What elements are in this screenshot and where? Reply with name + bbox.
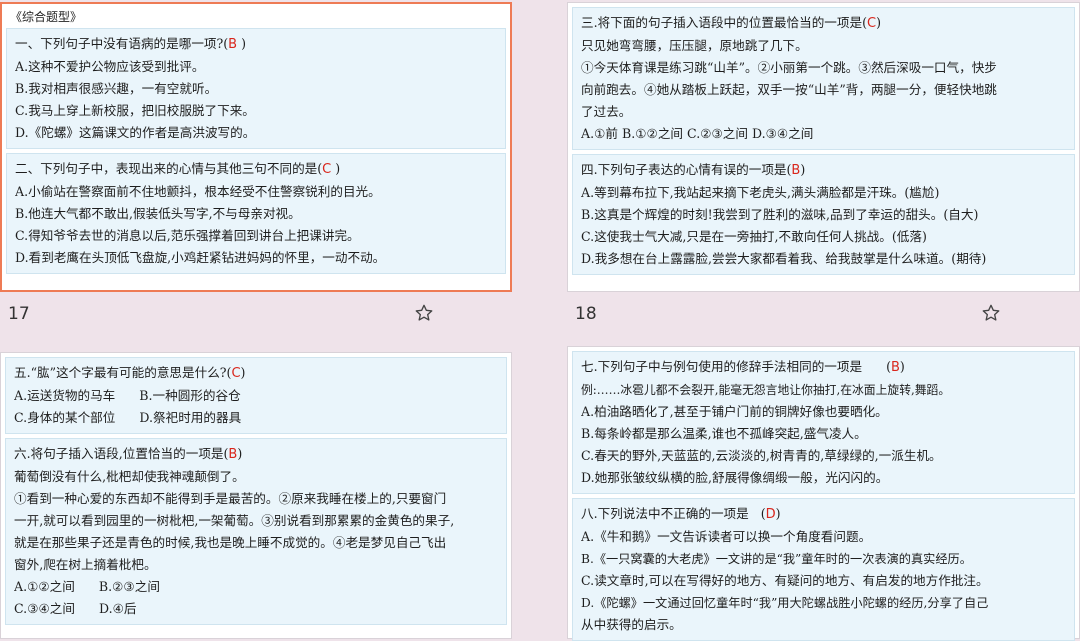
option-a: A.等到幕布拉下,我站起来摘下老虎头,满头满脸都是汗珠。(尴尬) — [581, 185, 940, 200]
question-7: 七.下列句子中与例句使用的修辞手法相同的一项是 (B) 例:……冰雹儿都不会裂开… — [572, 351, 1075, 494]
question-4: 四.下列句子表达的心情有误的一项是(B) A.等到幕布拉下,我站起来摘下老虎头,… — [572, 154, 1075, 275]
option-b: B.每条岭都是那么温柔,谁也不孤峰突起,盛气凌人。 — [581, 426, 867, 441]
option-a: A.这种不爱护公物应该受到批评。 — [15, 59, 205, 74]
answer-mark: C — [322, 162, 332, 177]
option-c: C.这使我士气大减,只是在一旁抽打,不敢向任何人挑战。(低落) — [581, 229, 927, 244]
insert-sentence: 葡萄倒没有什么,枇杷却使我神魂颠倒了。 — [14, 469, 245, 484]
option-b: B.他连大气都不敢出,假装低头写字,不与母亲对视。 — [15, 206, 301, 221]
option-d-continued: 从中获得的启示。 — [581, 617, 682, 632]
question-5: 五.“肱”这个字最有可能的意思是什么?(C) A.运送货物的马车 B.一种圆形的… — [5, 357, 507, 434]
option-d: D.《陀螺》这篇课文的作者是高洪波写的。 — [15, 125, 256, 140]
slide-card-19[interactable]: 五.“肱”这个字最有可能的意思是什么?(C) A.运送货物的马车 B.一种圆形的… — [0, 352, 512, 639]
question-stem: 一、下列句子中没有语病的是哪一项?( — [15, 36, 229, 51]
slide-number: 17 — [8, 304, 30, 324]
option-c: C.读文章时,可以在写得好的地方、有疑问的地方、有启发的地方作批注。 — [581, 573, 989, 588]
option-a: A.《牛和鹅》一文告诉读者可以换一个角度看问题。 — [581, 529, 872, 544]
option-d: D.我多想在台上露露脸,尝尝大家都看着我、给我鼓掌是什么味道。(期待) — [581, 251, 987, 266]
question-8: 八.下列说法中不正确的一项是 (D) A.《牛和鹅》一文告诉读者可以换一个角度看… — [572, 498, 1075, 641]
slide-card-18[interactable]: 三.将下面的句子插入语段中的位置最恰当的一项是(C) 只见她弯弯腰，压压腿，原地… — [567, 2, 1080, 292]
question-2: 二、下列句子中，表现出来的心情与其他三句不同的是(C ) A.小偷站在警察面前不… — [6, 153, 506, 274]
option-c: C.得知爷爷去世的消息以后,范乐强撑着回到讲台上把课讲完。 — [15, 228, 360, 243]
passage-line: ①今天体育课是练习跳“山羊”。②小丽第一个跳。③然后深吸一口气，快步 — [581, 60, 997, 75]
option-a: A.小偷站在警察面前不住地颤抖，根本经受不住警察锐利的目光。 — [15, 184, 381, 199]
question-stem: 七.下列句子中与例句使用的修辞手法相同的一项是 ( — [581, 359, 891, 374]
section-tag: 《综合题型》 — [10, 10, 83, 24]
question-6: 六.将句子插入语段,位置恰当的一项是(B) 葡萄倒没有什么,枇杷却使我神魂颠倒了… — [5, 438, 507, 625]
question-stem: 三.将下面的句子插入语段中的位置最恰当的一项是( — [581, 15, 867, 30]
question-3: 三.将下面的句子插入语段中的位置最恰当的一项是(C) 只见她弯弯腰，压压腿，原地… — [572, 7, 1075, 150]
option-d: D.看到老鹰在头顶低飞盘旋,小鸡赶紧钻进妈妈的怀里，一动不动。 — [15, 250, 386, 265]
option-row: C.身体的某个部位 D.祭祀时用的器具 — [14, 410, 242, 425]
answer-mark: B — [791, 163, 801, 178]
passage-line: ①看到一种心爱的东西却不能得到手是最苦的。②原来我睡在楼上的,只要窗门 — [14, 491, 447, 506]
question-stem: 六.将句子插入语段,位置恰当的一项是( — [14, 446, 229, 461]
question-stem: 二、下列句子中，表现出来的心情与其他三句不同的是( — [15, 161, 323, 176]
slide-card-20[interactable]: 七.下列句子中与例句使用的修辞手法相同的一项是 (B) 例:……冰雹儿都不会裂开… — [567, 346, 1080, 641]
answer-mark: C — [231, 366, 241, 381]
option-b: B.《一只窝囊的大老虎》一文讲的是“我”童年时的一次表演的真实经历。 — [581, 552, 972, 566]
passage-line: 向前跑去。④她从踏板上跃起，双手一按“山羊”背，两腿一分，便轻快地跳 — [581, 82, 997, 97]
option-c: C.我马上穿上新校服，把旧校服脱了下来。 — [15, 103, 255, 118]
passage-line: 只见她弯弯腰，压压腿，原地跳了几下。 — [581, 38, 808, 53]
option-d: D.《陀螺》一文通过回忆童年时“我”用大陀螺战胜小陀螺的经历,分享了自己 — [581, 596, 989, 610]
option-b: B.这真是个辉煌的时刻!我尝到了胜利的滋味,品到了幸运的甜头。(自大) — [581, 207, 979, 222]
option-b: B.我对相声很感兴趣，一有空就听。 — [15, 81, 218, 96]
option-d: D.她那张皱纹纵横的脸,舒展得像绸缎一般，光闪闪的。 — [581, 470, 889, 485]
answer-mark: C — [866, 16, 877, 31]
option-c: C.春天的野外,天蓝蓝的,云淡淡的,树青青的,草绿绿的,一派生机。 — [581, 448, 942, 463]
question-stem: 五.“肱”这个字最有可能的意思是什么?( — [14, 365, 232, 380]
choice-row: A.①②之间 B.②③之间 — [14, 579, 160, 594]
option-a: A.柏油路晒化了,甚至于铺户门前的铜牌好像也要晒化。 — [581, 404, 888, 419]
answer-mark: B — [228, 447, 238, 462]
answer-mark: D — [765, 507, 776, 522]
choice-line: A.①前 B.①②之间 C.②③之间 D.③④之间 — [581, 126, 814, 141]
passage-line: 窗外,爬在树上摘着枇杷。 — [14, 557, 157, 572]
question-stem: 八.下列说法中不正确的一项是 ( — [581, 506, 766, 521]
passage-line: 了过去。 — [581, 104, 632, 119]
passage-line: 一开,就可以看到园里的一树枇杷,一架葡萄。③别说看到那累累的金黄色的果子, — [14, 513, 455, 528]
example-sentence: 例:……冰雹儿都不会裂开,能毫无怨言地让你抽打,在冰面上旋转,舞蹈。 — [581, 383, 951, 397]
slide-number: 18 — [575, 304, 597, 324]
question-1: 一、下列句子中没有语病的是哪一项?(B ) A.这种不爱护公物应该受到批评。 B… — [6, 28, 506, 149]
passage-line: 就是在那些果子还是青色的时候,我也是晚上睡不成觉的。④老是梦见自己飞出 — [14, 535, 447, 550]
choice-row: C.③④之间 D.④后 — [14, 601, 137, 616]
star-outline-icon[interactable] — [414, 303, 434, 323]
slide-card-17[interactable]: 《综合题型》 一、下列句子中没有语病的是哪一项?(B ) A.这种不爱护公物应该… — [0, 2, 512, 292]
option-row: A.运送货物的马车 B.一种圆形的谷仓 — [14, 388, 241, 403]
star-outline-icon[interactable] — [981, 303, 1001, 323]
question-stem: 四.下列句子表达的心情有误的一项是( — [581, 162, 792, 177]
answer-mark: B — [228, 37, 238, 52]
answer-mark: B — [891, 360, 900, 375]
